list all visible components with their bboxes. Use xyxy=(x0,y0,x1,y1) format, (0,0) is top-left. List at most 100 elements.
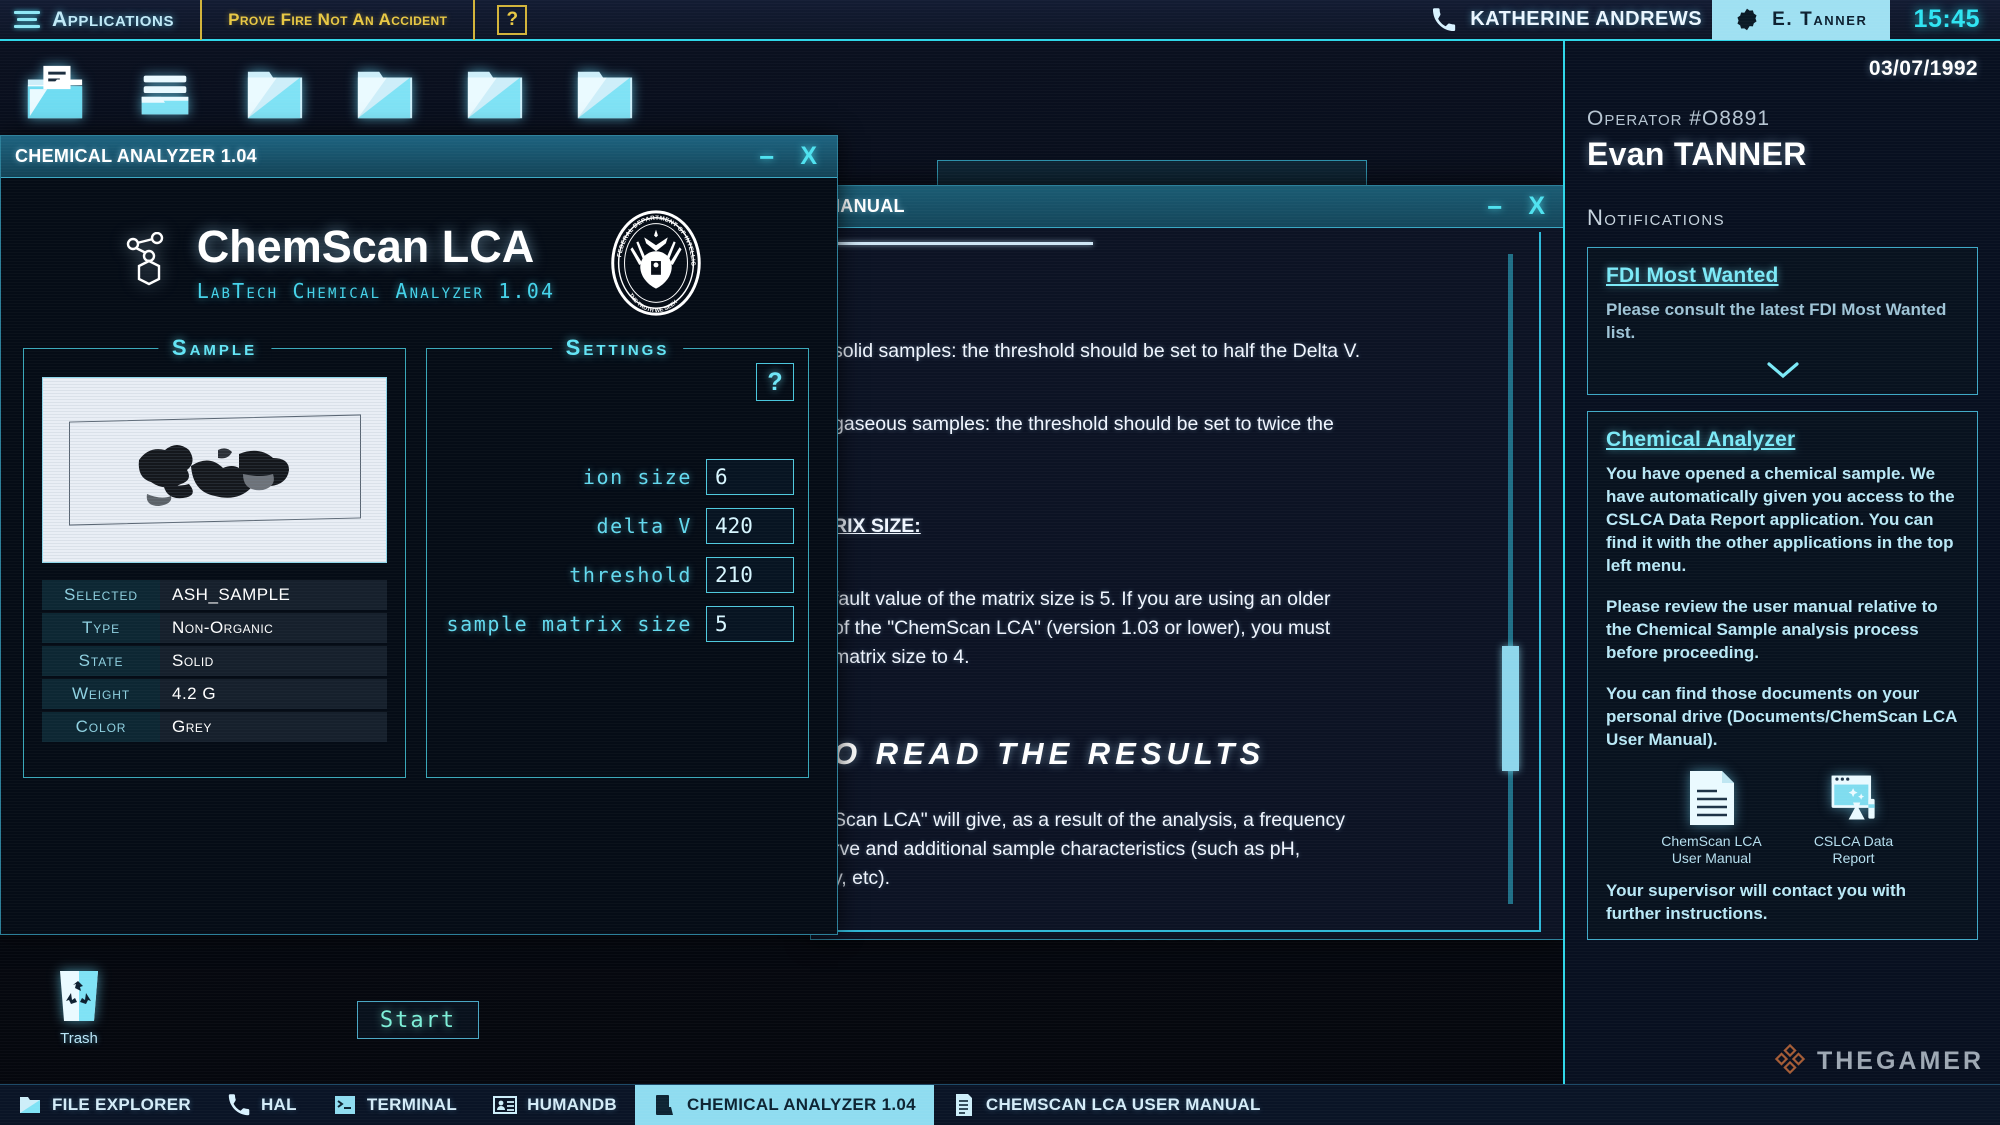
chemical-analyzer-window[interactable]: CHEMICAL ANALYZER 1.04 − X ChemScan LCA … xyxy=(0,135,838,1039)
manual-spacer xyxy=(833,672,1513,736)
folder-icon[interactable] xyxy=(574,62,636,124)
analyzer-window-body: ChemScan LCA LabTech Chemical Analyzer 1… xyxy=(1,178,837,936)
settings-panel: Settings ? ion size 6 delta V 420 thresh… xyxy=(426,335,809,778)
settings-help-button[interactable]: ? xyxy=(756,363,794,401)
table-row: Weight 4.2 g xyxy=(42,679,387,709)
delta-v-input[interactable]: 420 xyxy=(706,508,794,544)
field-label: delta V xyxy=(596,514,692,538)
field-label: threshold xyxy=(569,563,692,587)
analyzer-minimize-button[interactable]: − xyxy=(759,144,774,170)
applications-menu-button[interactable]: Applications xyxy=(0,0,203,40)
person-db-icon xyxy=(493,1093,518,1117)
manual-spacer xyxy=(833,772,1513,806)
folder-icon[interactable] xyxy=(354,62,416,124)
user-chip[interactable]: E. Tanner xyxy=(1712,0,1890,40)
notification-fdi-most-wanted[interactable]: FDI Most Wanted Please consult the lates… xyxy=(1587,247,1978,395)
field-label: sample matrix size xyxy=(446,612,692,636)
settings-field-ion-size: ion size 6 xyxy=(441,459,794,495)
analyzer-branding: ChemScan LCA LabTech Chemical Analyzer 1… xyxy=(1,178,837,322)
document-shortcut-user-manual[interactable]: ChemScan LCA User Manual xyxy=(1658,769,1766,867)
manual-spacer xyxy=(833,563,1513,585)
taskbar-label: HUMANDB xyxy=(527,1095,617,1114)
badge-icon xyxy=(1734,7,1760,33)
row-value: Non-organic xyxy=(160,613,387,643)
clock: 15:45 xyxy=(1913,5,1980,33)
folder-icon[interactable] xyxy=(464,62,526,124)
analyzer-close-button[interactable]: X xyxy=(800,142,817,171)
manual-scrollbar-track[interactable] xyxy=(1508,254,1513,904)
manual-minimize-button[interactable]: − xyxy=(1487,194,1502,220)
taskbar-label: FILE EXPLORER xyxy=(52,1095,191,1114)
desktop-icon-row xyxy=(24,62,636,124)
taskbar-label: HAL xyxy=(260,1095,297,1114)
row-key: Type xyxy=(42,613,160,643)
sample-matrix-size-input[interactable]: 5 xyxy=(706,606,794,642)
manual-line: y, etc). xyxy=(833,867,891,889)
manual-spacer xyxy=(833,915,1513,937)
notification-paragraph: Please review the user manual relative t… xyxy=(1606,597,1938,662)
taskbar-item-chemical-analyzer[interactable]: CHEMICAL ANALYZER 1.04 xyxy=(635,1084,934,1125)
caller-indicator[interactable]: KATHERINE ANDREWS xyxy=(1431,7,1702,33)
phone-icon xyxy=(1431,7,1457,33)
notification-title[interactable]: Chemical Analyzer xyxy=(1606,428,1959,452)
manual-spacer xyxy=(833,893,1513,915)
settings-panel-legend: Settings xyxy=(551,335,684,361)
notification-footer: Your supervisor will contact you with fu… xyxy=(1606,881,1907,923)
threshold-input[interactable]: 210 xyxy=(706,557,794,593)
manual-line: rve and additional sample characteristic… xyxy=(833,838,1301,860)
hamburger-icon xyxy=(14,11,40,28)
manual-line-underlined: solid samples: the threshold should be s… xyxy=(833,340,1361,362)
manual-close-button[interactable]: X xyxy=(1528,192,1545,221)
table-row: State Solid xyxy=(42,646,387,676)
chevron-down-icon[interactable] xyxy=(1606,360,1959,380)
notification-title[interactable]: FDI Most Wanted xyxy=(1606,264,1959,288)
document-label: ChemScan LCA User Manual xyxy=(1661,833,1762,866)
trash-label: Trash xyxy=(60,1030,98,1047)
notification-chemical-analyzer[interactable]: Chemical Analyzer You have opened a chem… xyxy=(1587,411,1978,940)
analyzer-icon xyxy=(653,1093,677,1117)
taskbar-item-terminal[interactable]: TERMINAL xyxy=(315,1085,475,1125)
document-icon xyxy=(1686,769,1738,827)
trash-recycle-icon xyxy=(55,968,103,1024)
analyzer-window-titlebar[interactable]: CHEMICAL ANALYZER 1.04 − X xyxy=(1,136,837,178)
objective-text: Prove fire not an accident xyxy=(202,0,476,40)
manual-window-body: ; solid samples: the threshold should be… xyxy=(811,228,1565,941)
taskbar-item-chemscan-manual[interactable]: CHEMSCAN LCA USER MANUAL xyxy=(934,1085,1279,1125)
manual-spacer xyxy=(833,490,1513,512)
manual-scrollbar-thumb[interactable] xyxy=(1502,646,1519,771)
settings-field-delta-v: delta V 420 xyxy=(441,508,794,544)
manual-line: fault value of the matrix size is 5. If … xyxy=(833,588,1331,610)
thegamer-text: THEGAMER xyxy=(1816,1047,1984,1075)
manual-spacer xyxy=(833,366,1513,388)
manual-window-titlebar[interactable]: MANUAL − X xyxy=(811,186,1565,228)
chemscan-manual-window[interactable]: MANUAL − X ; solid samples: the threshol… xyxy=(810,185,1566,941)
manual-spacer xyxy=(833,388,1513,410)
manual-spacer xyxy=(833,293,1513,315)
file-stack-icon[interactable] xyxy=(134,62,196,124)
folder-document-icon[interactable] xyxy=(24,62,86,124)
row-value: ASH_SAMPLE xyxy=(160,580,387,610)
report-app-icon xyxy=(1828,769,1880,827)
taskbar-item-humandb[interactable]: HUMANDB xyxy=(475,1085,635,1125)
document-shortcut-cslca-report[interactable]: CSLCA Data Report xyxy=(1800,769,1908,867)
ion-size-input[interactable]: 6 xyxy=(706,459,794,495)
thegamer-logo xyxy=(1773,1042,1807,1081)
start-button[interactable]: Start xyxy=(357,1001,479,1039)
taskbar-item-file-explorer[interactable]: FILE EXPLORER xyxy=(0,1085,209,1125)
manual-text-block: ; solid samples: the threshold should be… xyxy=(833,264,1513,941)
sample-panel-legend: Sample xyxy=(157,335,272,361)
taskbar-item-hal[interactable]: HAL xyxy=(209,1085,315,1125)
right-sidebar: 03/07/1992 Operator #O8891 Evan TANNER N… xyxy=(1563,41,2000,1084)
settings-fields: ion size 6 delta V 420 threshold 210 sam… xyxy=(441,459,794,642)
trash-desktop-item[interactable]: Trash xyxy=(34,968,124,1047)
help-button[interactable]: ? xyxy=(497,4,528,35)
taskbar: FILE EXPLORER HAL TERMINAL HUMANDB CHEMI… xyxy=(0,1084,2000,1125)
row-key: State xyxy=(42,646,160,676)
document-label: CSLCA Data Report xyxy=(1813,833,1894,866)
row-value: Solid xyxy=(160,646,387,676)
desktop-screen: Applications Prove fire not an accident … xyxy=(0,0,2000,1125)
analyzer-window-title: CHEMICAL ANALYZER 1.04 xyxy=(15,146,257,166)
caller-name: KATHERINE ANDREWS xyxy=(1470,8,1703,30)
folder-icon[interactable] xyxy=(244,62,306,124)
taskbar-label: TERMINAL xyxy=(366,1095,458,1114)
